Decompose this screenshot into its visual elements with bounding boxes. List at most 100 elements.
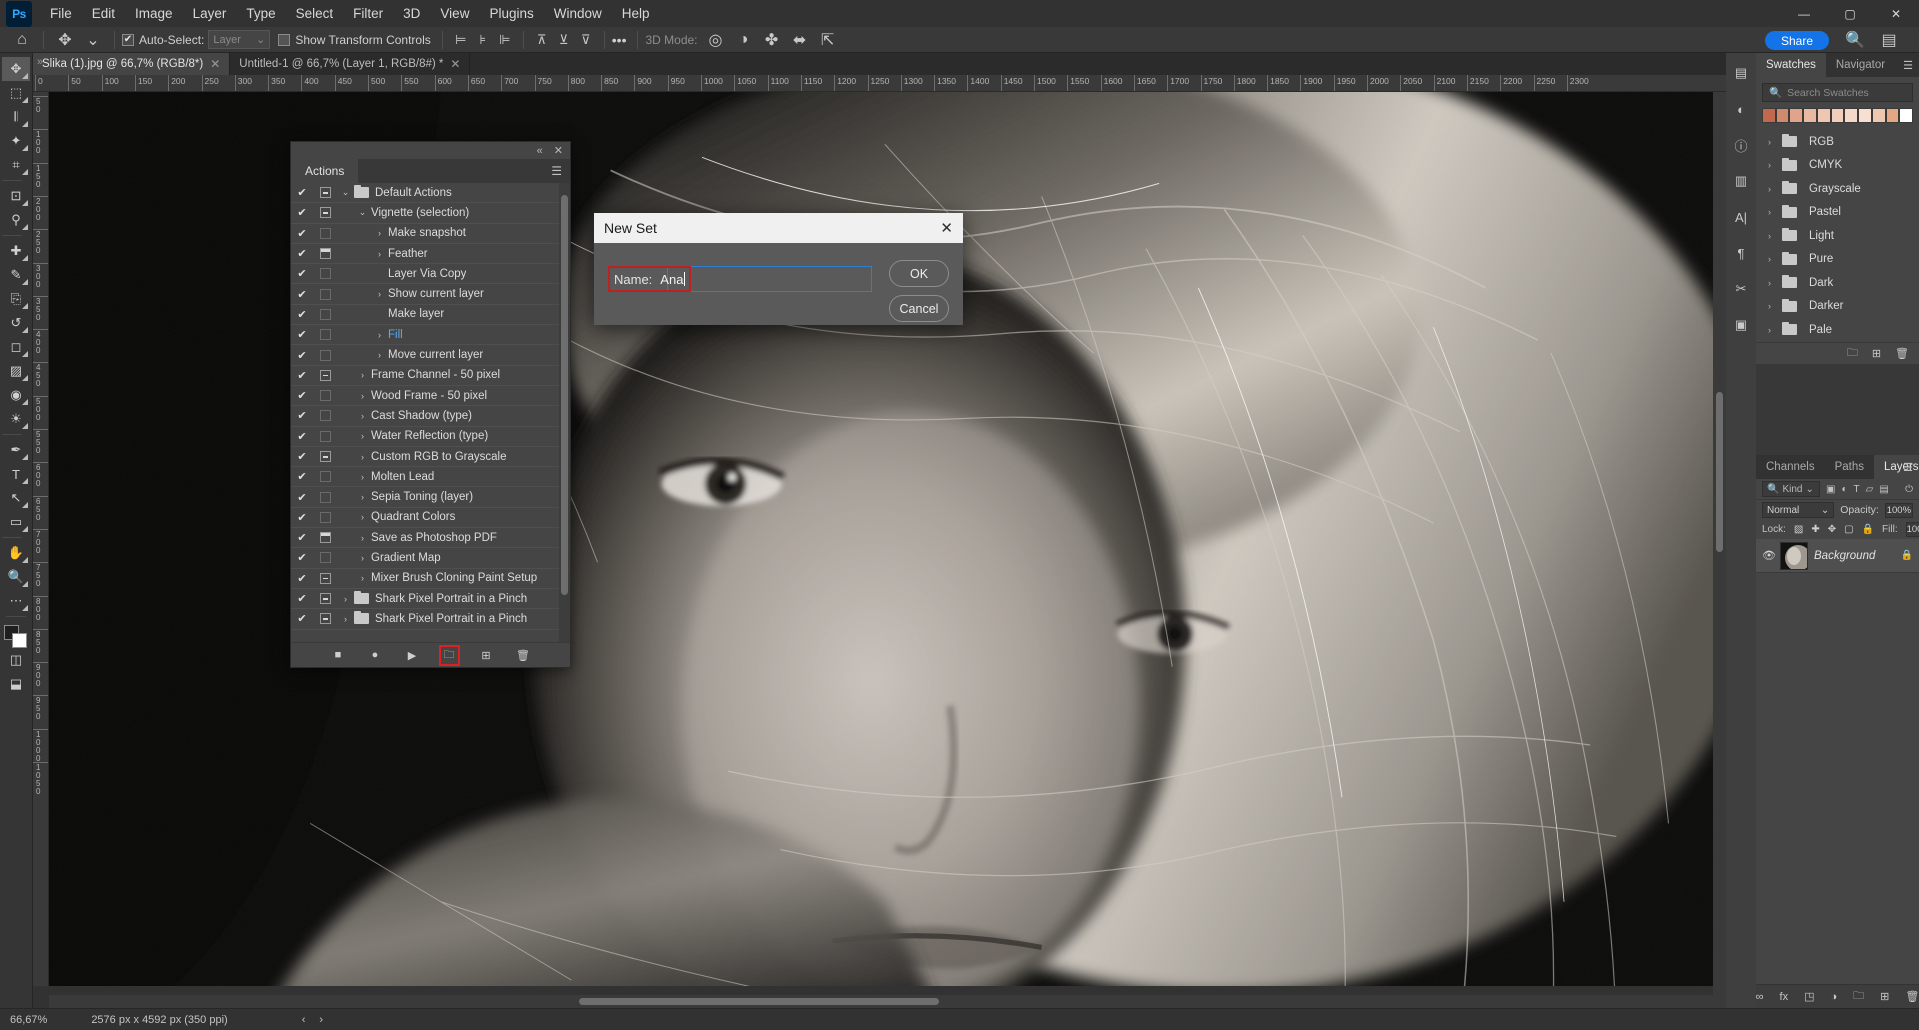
type-tool-icon[interactable]: T xyxy=(2,462,30,486)
action-row[interactable]: ✔ › Shark Pixel Portrait in a Pinch xyxy=(291,589,570,610)
workspace-icon[interactable]: ▤ xyxy=(1875,28,1903,52)
link-layers-icon[interactable]: ∞ xyxy=(1756,991,1764,1003)
action-toggle-checkbox[interactable]: ✔ xyxy=(291,369,313,382)
scrollbar-thumb[interactable] xyxy=(579,998,939,1005)
action-row[interactable]: ✔ › Quadrant Colors xyxy=(291,508,570,529)
action-dialog-toggle[interactable] xyxy=(313,187,337,199)
expand-arrow-icon[interactable]: ⌄ xyxy=(337,187,354,198)
tab-channels[interactable]: Channels xyxy=(1756,455,1825,479)
swatch-group-pastel[interactable]: › Pastel xyxy=(1762,201,1913,225)
swatch-cell[interactable] xyxy=(1844,108,1859,123)
new-action-button[interactable]: ⊞ xyxy=(478,647,495,664)
pan-3d-icon[interactable]: ✤ xyxy=(758,28,786,52)
action-row[interactable]: ✔ › Molten Lead xyxy=(291,467,570,488)
home-icon[interactable]: ⌂ xyxy=(8,28,36,52)
library-icon[interactable]: ▤ xyxy=(1729,61,1753,85)
action-dialog-toggle[interactable] xyxy=(313,471,337,483)
align-bottom-icon[interactable]: ⊽ xyxy=(575,30,597,50)
menu-type[interactable]: Type xyxy=(236,2,285,25)
expand-arrow-icon[interactable]: › xyxy=(354,391,371,401)
action-row[interactable]: ✔ › Shark Pixel Portrait in a Pinch xyxy=(291,609,570,630)
share-button[interactable]: Share xyxy=(1764,31,1829,50)
close-icon[interactable]: ✕ xyxy=(554,144,563,157)
gradient-tool-icon[interactable]: ▨ xyxy=(2,359,30,383)
action-row[interactable]: ✔ › Water Reflection (type) xyxy=(291,427,570,447)
action-dialog-toggle[interactable] xyxy=(313,532,337,544)
action-row[interactable]: ✔ Layer Via Copy xyxy=(291,264,570,285)
hand-tool-icon[interactable]: ✋ xyxy=(2,541,30,565)
filter-smart-icon[interactable]: ▤ xyxy=(1879,484,1888,495)
action-toggle-checkbox[interactable]: ✔ xyxy=(291,531,313,544)
close-icon[interactable]: ✕ xyxy=(940,221,953,236)
set-name-input[interactable] xyxy=(667,266,872,292)
new-group-icon[interactable]: 🗀 xyxy=(1853,987,1864,1006)
swatch-cell[interactable] xyxy=(1803,108,1817,123)
collapse-icon[interactable]: « xyxy=(537,145,543,157)
show-transform-checkbox[interactable] xyxy=(278,33,291,46)
swatch-cell[interactable] xyxy=(1789,108,1804,123)
adjustment-layer-icon[interactable]: ◑ xyxy=(1830,991,1837,1003)
path-select-tool-icon[interactable]: ↖ xyxy=(2,486,30,510)
layer-select-dropdown[interactable]: Layer ⌄ xyxy=(208,30,271,49)
action-dialog-toggle[interactable] xyxy=(313,430,337,442)
filter-adjustment-icon[interactable]: ◐ xyxy=(1841,484,1847,495)
recent-swatches-row[interactable] xyxy=(1762,108,1914,123)
action-row[interactable]: ✔ Make layer xyxy=(291,305,570,326)
play-button[interactable]: ▶ xyxy=(404,647,421,664)
action-toggle-checkbox[interactable]: ✔ xyxy=(291,247,313,260)
new-set-button[interactable]: 🗀 xyxy=(438,644,460,666)
character-icon[interactable]: A| xyxy=(1729,205,1753,229)
chevron-right-icon[interactable]: › xyxy=(1768,301,1776,311)
chevron-right-icon[interactable]: › xyxy=(1768,207,1776,217)
quick-mask-icon[interactable]: ◫ xyxy=(2,648,30,672)
blend-mode-dropdown[interactable]: Normal ⌄ xyxy=(1762,502,1835,518)
panel-menu-icon[interactable]: ☰ xyxy=(551,165,562,177)
tabs-overflow-icon[interactable]: » xyxy=(37,56,43,68)
action-row[interactable]: ✔ › Cast Shadow (type) xyxy=(291,406,570,427)
action-row[interactable]: ✔ › Move current layer xyxy=(291,345,570,366)
action-toggle-checkbox[interactable]: ✔ xyxy=(291,612,313,625)
swatch-cell[interactable] xyxy=(1775,108,1790,123)
delete-layer-icon[interactable]: 🗑 xyxy=(1905,990,1919,1003)
action-toggle-checkbox[interactable]: ✔ xyxy=(291,288,313,301)
fill-value[interactable]: 100% xyxy=(1905,522,1919,537)
expand-arrow-icon[interactable]: › xyxy=(354,431,371,441)
action-toggle-checkbox[interactable]: ✔ xyxy=(291,328,313,341)
action-dialog-toggle[interactable] xyxy=(313,491,337,503)
action-toggle-checkbox[interactable]: ✔ xyxy=(291,470,313,483)
canvas-horizontal-scrollbar[interactable] xyxy=(49,995,1726,1008)
lock-image-icon[interactable]: ✚ xyxy=(1811,524,1819,535)
more-tools-icon[interactable]: ⋯ xyxy=(2,589,30,613)
expand-arrow-icon[interactable]: › xyxy=(354,370,371,380)
delete-button[interactable]: 🗑 xyxy=(515,647,532,664)
nav-right-icon[interactable]: › xyxy=(319,1014,323,1026)
auto-select-checkbox[interactable] xyxy=(122,33,134,46)
scale-3d-icon[interactable]: ⇱ xyxy=(814,28,842,52)
align-top-icon[interactable]: ⊼ xyxy=(531,30,553,50)
roll-3d-icon[interactable]: ◑ xyxy=(730,28,758,52)
swatch-group-rgb[interactable]: › RGB xyxy=(1762,130,1913,154)
chevron-right-icon[interactable]: › xyxy=(1768,254,1776,264)
expand-arrow-icon[interactable]: › xyxy=(371,289,388,299)
action-toggle-checkbox[interactable]: ✔ xyxy=(291,267,313,280)
document-tab-0[interactable]: Slika (1).jpg @ 66,7% (RGB/8*) ✕ xyxy=(33,53,231,75)
cancel-button[interactable]: Cancel xyxy=(889,295,949,322)
preset-chevron-icon[interactable]: ⌄ xyxy=(79,28,107,52)
actions-scrollbar[interactable] xyxy=(559,183,570,642)
swatch-cell[interactable] xyxy=(1885,108,1900,123)
eyedropper-tool-icon[interactable]: ⚲ xyxy=(2,208,30,232)
expand-arrow-icon[interactable]: › xyxy=(337,594,354,604)
close-icon[interactable]: ✕ xyxy=(450,57,460,71)
action-row[interactable]: ✔ › Custom RGB to Grayscale xyxy=(291,447,570,468)
expand-arrow-icon[interactable]: › xyxy=(354,411,371,421)
align-left-icon[interactable]: ⊨ xyxy=(450,30,472,50)
swatch-cell[interactable] xyxy=(1762,108,1776,123)
delete-swatch-icon[interactable]: 🗑 xyxy=(1895,347,1909,360)
search-swatches-input[interactable]: 🔍 Search Swatches xyxy=(1762,83,1913,102)
action-row[interactable]: ✔ › Make snapshot xyxy=(291,224,570,244)
action-dialog-toggle[interactable] xyxy=(313,308,337,320)
zoom-level[interactable]: 66,67% xyxy=(10,1014,47,1026)
tab-swatches[interactable]: Swatches xyxy=(1756,53,1826,77)
action-toggle-checkbox[interactable]: ✔ xyxy=(291,206,313,219)
action-row[interactable]: ✔ › Mixer Brush Cloning Paint Setup xyxy=(291,569,570,589)
